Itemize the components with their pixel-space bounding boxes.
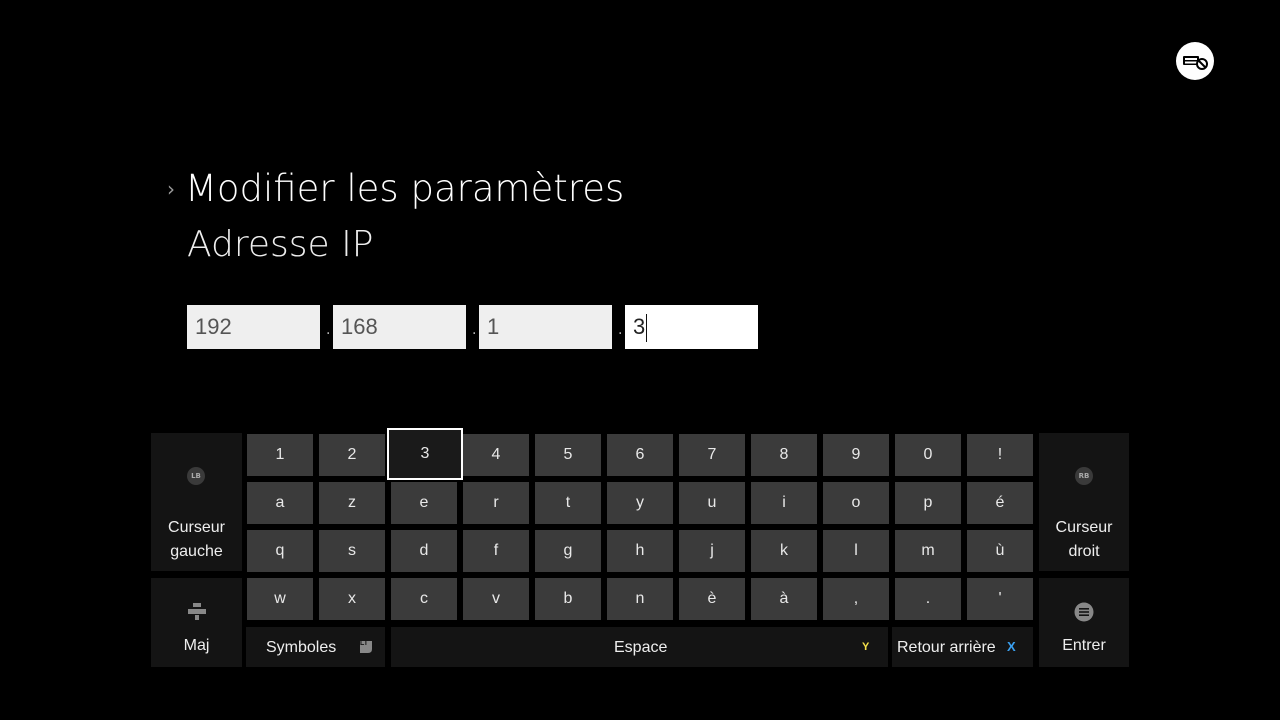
- ip-separator: .: [472, 322, 477, 338]
- keyboard-key-focused[interactable]: 3: [386, 427, 464, 481]
- keyboard-key[interactable]: f: [463, 530, 529, 572]
- cursor-right-label-line2: droit: [1068, 543, 1100, 560]
- ip-octet-2-value: 168: [341, 314, 378, 339]
- keyboard-key[interactable]: h: [607, 530, 673, 572]
- keyboard-key[interactable]: !: [967, 434, 1033, 476]
- keyboard-key[interactable]: k: [751, 530, 817, 572]
- lb-button-icon: LB: [187, 467, 205, 485]
- keyboard-key[interactable]: i: [751, 482, 817, 524]
- keyboard-key[interactable]: t: [535, 482, 601, 524]
- keyboard-key[interactable]: v: [463, 578, 529, 620]
- keyboard-key[interactable]: d: [391, 530, 457, 572]
- shift-icon: [188, 603, 206, 620]
- keyboard-key[interactable]: ù: [967, 530, 1033, 572]
- symbols-key[interactable]: Symboles LT: [246, 627, 385, 667]
- keyboard-key[interactable]: y: [607, 482, 673, 524]
- keyboard-key[interactable]: 6: [607, 434, 673, 476]
- keyboard-key[interactable]: g: [535, 530, 601, 572]
- keyboard-key[interactable]: 0: [895, 434, 961, 476]
- keyboard-key[interactable]: à: [751, 578, 817, 620]
- keyboard-key[interactable]: .: [895, 578, 961, 620]
- backspace-key[interactable]: Retour arrière X: [892, 627, 1033, 667]
- keyboard-key[interactable]: a: [247, 482, 313, 524]
- keyboard-key[interactable]: c: [391, 578, 457, 620]
- x-button-icon: X: [1007, 639, 1016, 654]
- menu-button-icon: [1074, 602, 1094, 622]
- page-subtitle: Adresse IP: [187, 224, 374, 265]
- ip-octet-3-input[interactable]: 1: [479, 305, 612, 349]
- keyboard-key[interactable]: 9: [823, 434, 889, 476]
- keyboard-key[interactable]: s: [319, 530, 385, 572]
- space-label: Espace: [614, 639, 668, 656]
- lt-button-label: LT: [360, 640, 369, 647]
- keyboard-key[interactable]: 2: [319, 434, 385, 476]
- ip-separator: .: [326, 322, 331, 338]
- keyboard-key[interactable]: ,: [823, 578, 889, 620]
- page-title: Modifier les paramètres: [185, 167, 625, 210]
- keyboard-key[interactable]: x: [319, 578, 385, 620]
- keyboard-key[interactable]: ': [967, 578, 1033, 620]
- keyboard-key[interactable]: p: [895, 482, 961, 524]
- keyboard-key[interactable]: 1: [247, 434, 313, 476]
- keyboard-key[interactable]: w: [247, 578, 313, 620]
- ip-separator: .: [618, 322, 623, 338]
- cursor-left-label-line2: gauche: [170, 543, 223, 560]
- cursor-left-label: Curseur gauche: [151, 516, 242, 564]
- enter-label: Entrer: [1062, 637, 1106, 654]
- keyboard-key[interactable]: o: [823, 482, 889, 524]
- keyboard-key[interactable]: q: [247, 530, 313, 572]
- ip-octet-1-input[interactable]: 192: [187, 305, 320, 349]
- keyboard-key[interactable]: m: [895, 530, 961, 572]
- keyboard-key[interactable]: 7: [679, 434, 745, 476]
- keyboard-key[interactable]: é: [967, 482, 1033, 524]
- keyboard-key[interactable]: b: [535, 578, 601, 620]
- ip-octet-3-value: 1: [487, 314, 500, 339]
- cursor-left-label-line1: Curseur: [168, 519, 225, 536]
- symbols-label: Symboles: [266, 639, 337, 656]
- cursor-right-label-line1: Curseur: [1055, 519, 1113, 536]
- cursor-right-label: Curseur droit: [1039, 516, 1129, 564]
- ip-octet-1-value: 192: [195, 314, 232, 339]
- keyboard-key[interactable]: r: [463, 482, 529, 524]
- breadcrumb-chevron-icon: ›: [167, 177, 175, 201]
- keyboard-key[interactable]: n: [607, 578, 673, 620]
- shift-label: Maj: [183, 637, 210, 654]
- network-disconnected-icon: [1176, 42, 1214, 80]
- ip-octet-4-value: 3: [633, 314, 646, 339]
- text-caret: [646, 314, 648, 343]
- keyboard-key[interactable]: u: [679, 482, 745, 524]
- ip-octet-4-input[interactable]: 3: [625, 305, 758, 349]
- keyboard-key[interactable]: l: [823, 530, 889, 572]
- ip-octet-2-input[interactable]: 168: [333, 305, 466, 349]
- rb-button-icon: RB: [1075, 467, 1093, 485]
- keyboard-key[interactable]: è: [679, 578, 745, 620]
- keyboard-key[interactable]: j: [679, 530, 745, 572]
- keyboard-key[interactable]: 8: [751, 434, 817, 476]
- space-key[interactable]: Espace Y: [391, 627, 888, 667]
- y-button-icon: Y: [862, 641, 870, 653]
- keyboard-key[interactable]: 4: [463, 434, 529, 476]
- keyboard-key[interactable]: e: [391, 482, 457, 524]
- backspace-label: Retour arrière: [897, 639, 996, 656]
- keyboard-key[interactable]: 5: [535, 434, 601, 476]
- keyboard-key[interactable]: z: [319, 482, 385, 524]
